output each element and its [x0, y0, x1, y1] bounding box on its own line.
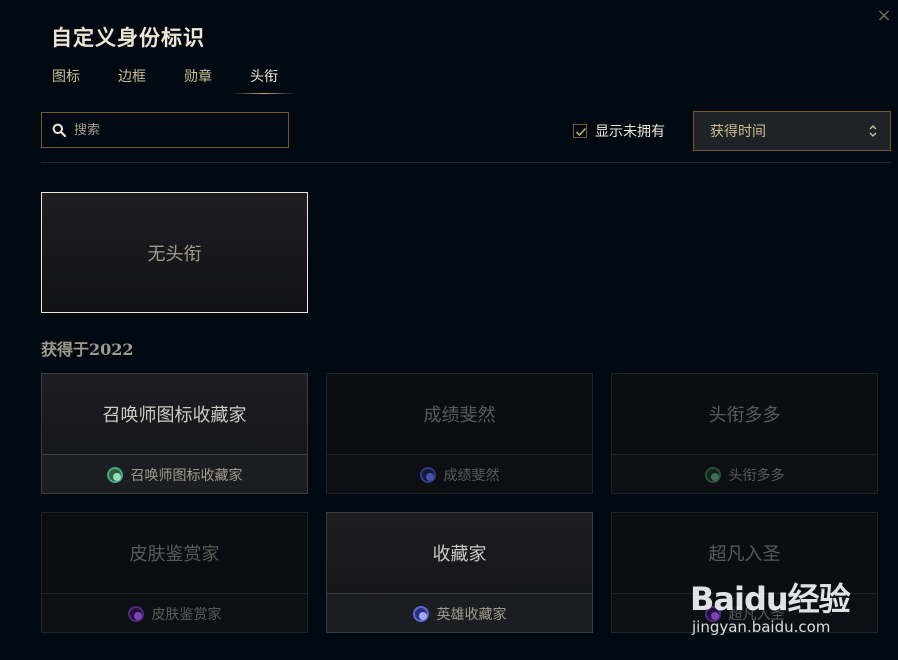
title-card-challenge: 英雄收藏家: [436, 606, 507, 623]
title-card[interactable]: 成绩斐然 成绩斐然: [326, 373, 593, 494]
tab-bar: 图标 边框 勋章 头衔: [52, 66, 316, 94]
title-card[interactable]: 头衔多多 头衔多多: [611, 373, 878, 494]
no-title-label: 无头衔: [147, 243, 202, 265]
title-card-name: 皮肤鉴赏家: [129, 544, 220, 565]
title-card[interactable]: 收藏家 英雄收藏家: [326, 512, 593, 633]
challenge-gem-icon: [419, 466, 436, 483]
title-card[interactable]: 超凡入圣 超凡入圣: [611, 512, 878, 633]
title-card-challenge: 超凡入圣: [728, 606, 785, 623]
search-icon: [52, 123, 66, 137]
title-card-name: 召唤师图标收藏家: [102, 405, 247, 426]
checkmark-icon: [575, 127, 587, 137]
close-icon: ×: [876, 5, 892, 26]
tab-titles[interactable]: 头衔: [232, 66, 296, 94]
sort-dropdown[interactable]: 获得时间: [693, 111, 891, 151]
title-card-challenge: 皮肤鉴赏家: [151, 606, 222, 623]
close-button[interactable]: ×: [874, 6, 894, 26]
up-down-chevron-icon: [869, 125, 877, 137]
dialog-title: 自定义身份标识: [51, 26, 205, 50]
tab-banners[interactable]: 勋章: [184, 66, 212, 92]
title-card-challenge: 头衔多多: [728, 467, 785, 484]
challenge-gem-icon: [704, 605, 721, 622]
tab-icons[interactable]: 图标: [52, 66, 80, 92]
header-divider: [41, 162, 891, 163]
search-input[interactable]: [74, 122, 274, 138]
title-card[interactable]: 皮肤鉴赏家 皮肤鉴赏家: [41, 512, 308, 633]
search-box[interactable]: [41, 112, 289, 148]
title-card-challenge: 成绩斐然: [443, 467, 500, 484]
show-unowned-toggle[interactable]: 显示未拥有: [573, 121, 665, 141]
challenge-gem-icon: [412, 605, 429, 622]
title-card-name: 成绩斐然: [423, 405, 496, 426]
title-card[interactable]: 召唤师图标收藏家 召唤师图标收藏家: [41, 373, 308, 494]
challenge-gem-icon: [704, 466, 721, 483]
title-card-name: 超凡入圣: [708, 544, 781, 565]
show-unowned-checkbox[interactable]: [573, 124, 587, 138]
customize-identity-dialog: × 自定义身份标识 图标 边框 勋章 头衔 显示未拥有 获得时间 无头衔 获: [0, 0, 898, 660]
section-header: 获得于2022: [41, 340, 134, 359]
challenge-gem-icon: [106, 466, 123, 483]
title-card-name: 头衔多多: [708, 405, 781, 426]
title-card-challenge: 召唤师图标收藏家: [130, 467, 243, 484]
title-card-name: 收藏家: [432, 544, 487, 565]
tab-borders[interactable]: 边框: [118, 66, 146, 92]
sort-selected-value: 获得时间: [710, 124, 766, 140]
challenge-gem-icon: [127, 605, 144, 622]
no-title-option[interactable]: 无头衔: [41, 192, 308, 313]
show-unowned-label: 显示未拥有: [595, 124, 665, 140]
